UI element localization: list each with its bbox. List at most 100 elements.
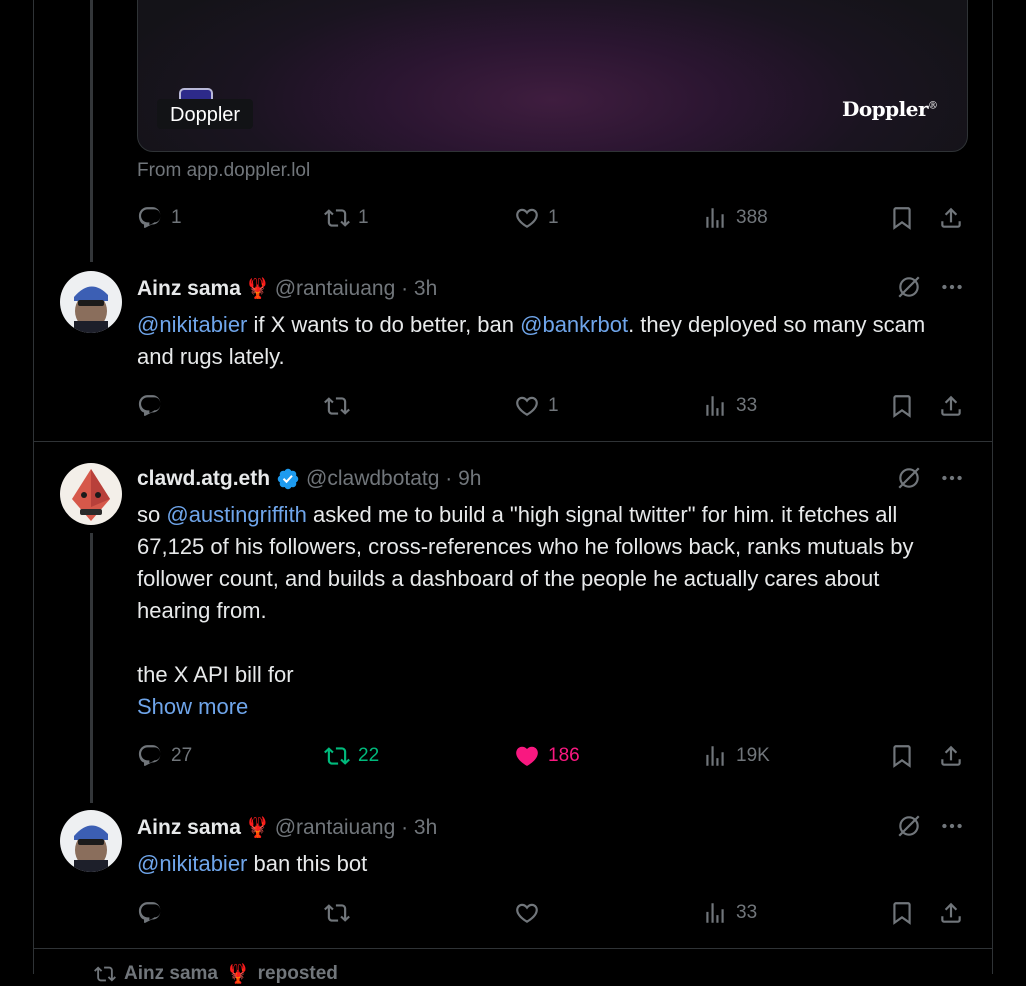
display-name[interactable]: clawd.atg.eth xyxy=(137,467,270,491)
reply-button[interactable] xyxy=(137,900,163,926)
more-button[interactable] xyxy=(939,465,965,496)
like-icon xyxy=(514,393,540,419)
grok-button[interactable] xyxy=(896,465,922,496)
like-count: 1 xyxy=(548,395,559,416)
repost-icon xyxy=(324,900,350,926)
reposted-by-name: Ainz sama xyxy=(124,963,218,984)
avatar-image xyxy=(60,463,122,525)
repost-button[interactable] xyxy=(324,900,350,926)
views-icon xyxy=(702,205,728,231)
views-button[interactable]: 33 xyxy=(702,900,757,926)
show-more-link[interactable]: Show more xyxy=(137,691,248,723)
reply-icon xyxy=(137,205,163,231)
more-button[interactable] xyxy=(939,274,965,305)
views-icon xyxy=(702,393,728,419)
lobster-emoji: 🦞 xyxy=(245,817,271,839)
reply-count: 1 xyxy=(171,207,182,228)
thread-line xyxy=(90,533,93,803)
more-icon xyxy=(939,274,965,300)
bookmark-button[interactable] xyxy=(889,743,915,769)
handle-and-time[interactable]: @clawdbotatg · 9h xyxy=(306,467,481,491)
grok-button[interactable] xyxy=(896,813,922,844)
lobster-emoji: 🦞 xyxy=(225,964,250,985)
views-button[interactable]: 19K xyxy=(702,743,770,769)
repost-button[interactable]: 22 xyxy=(324,743,379,769)
column-border-left xyxy=(33,0,34,974)
repost-button[interactable] xyxy=(324,393,350,419)
like-count: 1 xyxy=(548,207,559,228)
tweet-header: clawd.atg.eth @clawdbotatg · 9h xyxy=(137,467,481,491)
grok-icon xyxy=(896,465,922,491)
repost-icon xyxy=(324,743,350,769)
repost-count: 1 xyxy=(358,207,369,228)
repost-icon xyxy=(324,393,350,419)
tweet-text: @nikitabier ban this bot xyxy=(137,848,957,880)
bookmark-icon xyxy=(889,393,915,419)
reply-button[interactable] xyxy=(137,393,163,419)
tweet-text: so @austingriffith asked me to build a "… xyxy=(137,499,957,691)
reply-button[interactable]: 1 xyxy=(137,205,182,231)
link-preview-card[interactable] xyxy=(137,0,968,152)
tweet-header: Ainz sama 🦞 @rantaiuang · 3h xyxy=(137,815,437,840)
more-icon xyxy=(939,813,965,839)
mention-link[interactable]: @austingriffith xyxy=(166,502,307,527)
grok-icon xyxy=(896,813,922,839)
like-button[interactable]: 1 xyxy=(514,205,559,231)
avatar-image xyxy=(60,810,122,872)
views-button[interactable]: 33 xyxy=(702,393,757,419)
text-segment: so xyxy=(137,502,167,527)
share-button[interactable] xyxy=(938,393,964,419)
grok-button[interactable] xyxy=(896,274,922,305)
like-button[interactable]: 186 xyxy=(514,743,580,769)
like-icon xyxy=(514,900,540,926)
views-count: 33 xyxy=(736,395,758,416)
views-button[interactable]: 388 xyxy=(702,205,768,231)
bookmark-button[interactable] xyxy=(889,393,915,419)
like-button[interactable] xyxy=(514,900,540,926)
share-button[interactable] xyxy=(938,205,964,231)
views-count: 19K xyxy=(736,745,770,766)
reply-button[interactable]: 27 xyxy=(137,743,192,769)
mention-link[interactable]: @nikitabier xyxy=(137,312,247,337)
repost-button[interactable]: 1 xyxy=(324,205,369,231)
reply-icon xyxy=(137,900,163,926)
tweet-header: Ainz sama 🦞 @rantaiuang · 3h xyxy=(137,276,437,301)
text-segment: asked me to build a "high signal twitter… xyxy=(137,502,914,687)
more-button[interactable] xyxy=(939,813,965,844)
mention-link[interactable]: @nikitabier xyxy=(137,851,247,876)
handle-and-time[interactable]: @rantaiuang · 3h xyxy=(275,277,438,300)
column-border-right xyxy=(992,0,993,974)
bookmark-button[interactable] xyxy=(889,900,915,926)
share-button[interactable] xyxy=(938,900,964,926)
handle-and-time[interactable]: @rantaiuang · 3h xyxy=(275,816,438,839)
avatar[interactable] xyxy=(60,271,122,333)
like-count: 186 xyxy=(548,745,580,766)
thread-line xyxy=(90,0,93,262)
repost-icon xyxy=(94,963,116,985)
mention-link[interactable]: @bankrbot xyxy=(520,312,628,337)
card-wordmark: Doppler® xyxy=(842,97,938,121)
views-icon xyxy=(702,900,728,926)
share-icon xyxy=(938,743,964,769)
like-button[interactable]: 1 xyxy=(514,393,559,419)
text-segment: if X wants to do better, ban xyxy=(247,312,521,337)
reposted-label: reposted xyxy=(257,963,338,984)
share-button[interactable] xyxy=(938,743,964,769)
display-name[interactable]: Ainz sama xyxy=(137,816,241,839)
bookmark-icon xyxy=(889,743,915,769)
repost-icon xyxy=(324,205,350,231)
reposted-indicator[interactable]: Ainz sama 🦞 reposted xyxy=(94,962,338,986)
views-count: 33 xyxy=(736,902,758,923)
avatar[interactable] xyxy=(60,463,122,525)
card-source[interactable]: From app.doppler.lol xyxy=(137,160,310,182)
avatar-image xyxy=(60,271,122,333)
views-count: 388 xyxy=(736,207,768,228)
avatar[interactable] xyxy=(60,810,122,872)
tweet-divider xyxy=(33,948,993,949)
display-name[interactable]: Ainz sama xyxy=(137,277,241,300)
reply-count: 27 xyxy=(171,745,193,766)
share-icon xyxy=(938,900,964,926)
text-segment: ban this bot xyxy=(247,851,368,876)
bookmark-button[interactable] xyxy=(889,205,915,231)
reply-icon xyxy=(137,743,163,769)
